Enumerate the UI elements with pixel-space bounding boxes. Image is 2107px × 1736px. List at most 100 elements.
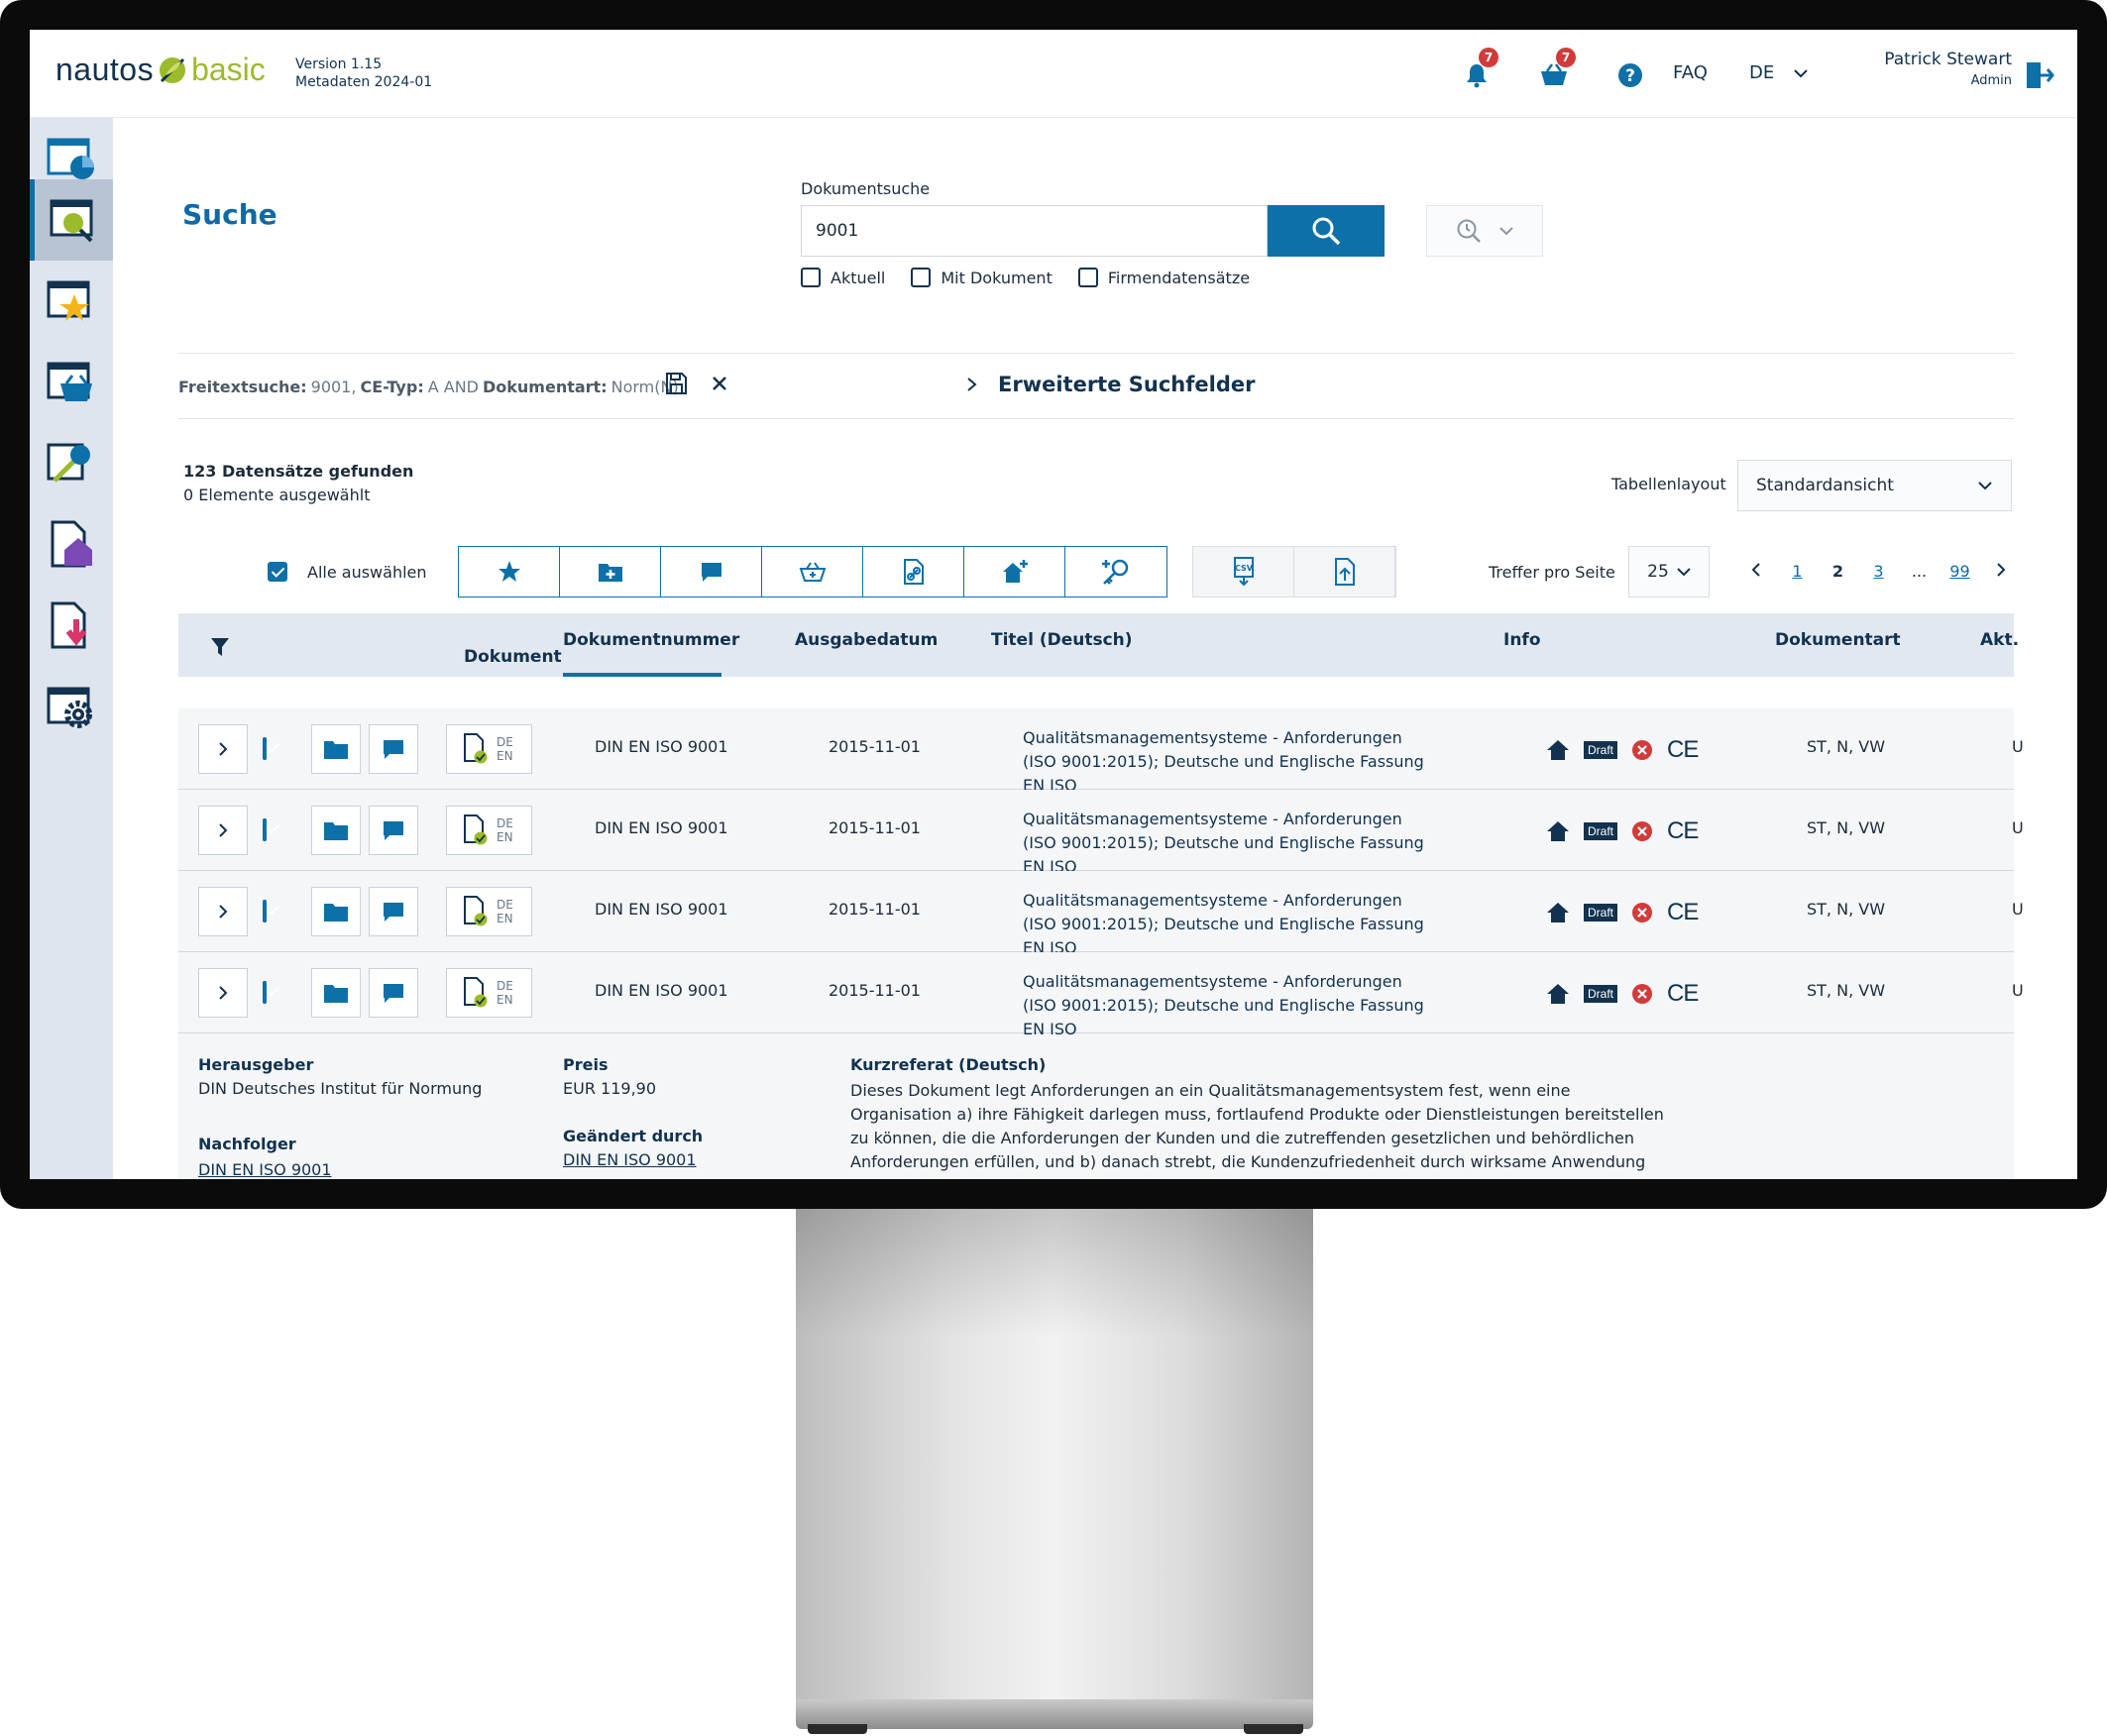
withdrawn-icon[interactable]	[1631, 820, 1653, 842]
notifications-button[interactable]: 7	[1457, 48, 1498, 95]
page-link-1[interactable]: 1	[1777, 562, 1818, 581]
expand-row-button[interactable]	[198, 724, 248, 774]
sidebar-item-favorites[interactable]	[30, 261, 113, 342]
column-dokumentnummer[interactable]: Dokumentnummer	[563, 630, 739, 650]
withdrawn-icon[interactable]	[1631, 983, 1653, 1005]
filter-aktuell[interactable]: Aktuell	[801, 268, 885, 287]
bulk-add-to-cart-button[interactable]	[762, 547, 863, 597]
ce-mark[interactable]: CE	[1667, 817, 1699, 845]
filter-mit-dokument[interactable]: Mit Dokument	[911, 268, 1053, 287]
filter-icon[interactable]	[210, 637, 230, 657]
cart-button[interactable]: 7	[1534, 48, 1576, 95]
row-checkbox[interactable]	[263, 818, 267, 841]
user-info[interactable]: Patrick Stewart Admin	[1863, 50, 2012, 88]
upload-button[interactable]	[1294, 547, 1395, 597]
ce-mark[interactable]: CE	[1667, 899, 1699, 926]
home-icon[interactable]	[1546, 820, 1570, 842]
table-row[interactable]: DE EN DIN EN ISO 9001 2015-11-01 Qualität…	[178, 871, 2024, 957]
sidebar-item-settings[interactable]	[30, 667, 113, 748]
table-row[interactable]: DE EN DIN EN ISO 9001 2015-11-01 Qualität…	[178, 952, 2024, 1038]
close-icon[interactable]	[708, 372, 731, 395]
bulk-link-document-button[interactable]	[863, 547, 964, 597]
column-info[interactable]: Info	[1503, 630, 1541, 650]
sidebar-item-downloads[interactable]	[30, 586, 113, 667]
row-comment-button[interactable]	[369, 806, 418, 855]
checkbox[interactable]	[801, 268, 821, 287]
row-folder-button[interactable]	[311, 724, 361, 774]
row-document-button[interactable]: DE EN	[446, 887, 532, 936]
row-folder-button[interactable]	[311, 806, 361, 855]
table-row[interactable]: DE EN DIN EN ISO 9001 2015-11-01 Qualität…	[178, 708, 2024, 795]
home-icon[interactable]	[1546, 983, 1570, 1005]
expand-row-button[interactable]	[198, 806, 248, 855]
row-checkbox[interactable]	[263, 737, 267, 760]
table-row[interactable]: DE EN DIN EN ISO 9001 2015-11-01 Qualität…	[178, 790, 2024, 876]
row-comment-button[interactable]	[369, 724, 418, 774]
column-dokumentart[interactable]: Dokumentart	[1775, 630, 1901, 650]
row-comment-button[interactable]	[369, 968, 418, 1018]
bulk-add-company-button[interactable]	[964, 547, 1065, 597]
checkbox[interactable]	[911, 268, 932, 287]
cell-dokumentnummer[interactable]: DIN EN ISO 9001	[595, 981, 728, 1000]
expand-row-button[interactable]	[198, 968, 248, 1018]
brand-logo[interactable]: nautos basic	[55, 52, 266, 88]
page-current-2[interactable]: 2	[1818, 562, 1858, 581]
logout-button[interactable]	[2020, 55, 2059, 95]
language-select[interactable]: DE	[1749, 62, 1808, 83]
prev-page-button[interactable]	[1735, 562, 1777, 581]
ce-mark[interactable]: CE	[1667, 736, 1699, 764]
row-checkbox[interactable]	[263, 900, 267, 922]
row-comment-button[interactable]	[369, 887, 418, 936]
select-all[interactable]: Alle auswählen	[268, 562, 427, 582]
cell-titel[interactable]: Qualitätsmanagementsysteme - Anforderung…	[1023, 726, 1439, 798]
draft-badge[interactable]: Draft	[1584, 985, 1618, 1003]
cell-dokumentnummer[interactable]: DIN EN ISO 9001	[595, 737, 728, 756]
sidebar-item-search[interactable]	[30, 179, 113, 261]
faq-link[interactable]: FAQ	[1673, 62, 1708, 83]
column-ausgabedatum[interactable]: Ausgabedatum	[795, 630, 938, 650]
withdrawn-icon[interactable]	[1631, 902, 1653, 923]
filter-firmendatensaetze[interactable]: Firmendatensätze	[1077, 268, 1250, 287]
draft-badge[interactable]: Draft	[1584, 904, 1618, 922]
extended-search-toggle[interactable]: Erweiterte Suchfelder	[966, 373, 1255, 396]
draft-badge[interactable]: Draft	[1584, 741, 1618, 759]
cell-dokumentnummer[interactable]: DIN EN ISO 9001	[595, 818, 728, 837]
home-icon[interactable]	[1546, 902, 1570, 923]
help-button[interactable]: ?	[1610, 55, 1650, 95]
next-page-button[interactable]	[1980, 562, 2022, 581]
sidebar-item-cart[interactable]	[30, 342, 113, 423]
geaendert-link[interactable]: DIN EN ISO 9001	[563, 1150, 697, 1169]
row-document-button[interactable]: DE EN	[446, 968, 532, 1018]
cell-dokumentnummer[interactable]: DIN EN ISO 9001	[595, 900, 728, 919]
nachfolger-link[interactable]: DIN EN ISO 9001	[198, 1160, 332, 1179]
row-folder-button[interactable]	[311, 968, 361, 1018]
bulk-comment-button[interactable]	[661, 547, 762, 597]
cell-titel[interactable]: Qualitätsmanagementsysteme - Anforderung…	[1023, 970, 1439, 1041]
sidebar-item-access[interactable]	[30, 423, 113, 504]
page-link-last[interactable]: 99	[1940, 562, 1980, 581]
row-folder-button[interactable]	[311, 887, 361, 936]
cell-titel[interactable]: Qualitätsmanagementsysteme - Anforderung…	[1023, 808, 1439, 879]
sidebar-item-company[interactable]	[30, 504, 113, 586]
cell-titel[interactable]: Qualitätsmanagementsysteme - Anforderung…	[1023, 889, 1439, 960]
expand-row-button[interactable]	[198, 887, 248, 936]
search-history-button[interactable]	[1426, 205, 1543, 257]
row-document-button[interactable]: DE EN	[446, 724, 532, 774]
column-titel[interactable]: Titel (Deutsch)	[991, 630, 1133, 650]
bulk-access-key-button[interactable]	[1065, 547, 1166, 597]
search-input[interactable]	[801, 205, 1268, 257]
row-document-button[interactable]: DE EN	[446, 806, 532, 855]
table-layout-select[interactable]: Standardansicht	[1737, 460, 2012, 511]
ce-mark[interactable]: CE	[1667, 980, 1699, 1008]
search-button[interactable]	[1268, 205, 1385, 257]
select-all-checkbox[interactable]	[268, 562, 287, 582]
bulk-add-folder-button[interactable]	[560, 547, 661, 597]
row-checkbox[interactable]	[263, 981, 267, 1004]
column-akt[interactable]: Akt.	[1980, 630, 2019, 650]
per-page-select[interactable]: 25	[1628, 546, 1710, 597]
export-csv-button[interactable]: CSV	[1193, 547, 1294, 597]
bulk-favorite-button[interactable]	[459, 547, 560, 597]
column-dokument[interactable]: Dokument	[464, 647, 562, 667]
save-query-icon[interactable]	[664, 372, 688, 395]
withdrawn-icon[interactable]	[1631, 739, 1653, 761]
